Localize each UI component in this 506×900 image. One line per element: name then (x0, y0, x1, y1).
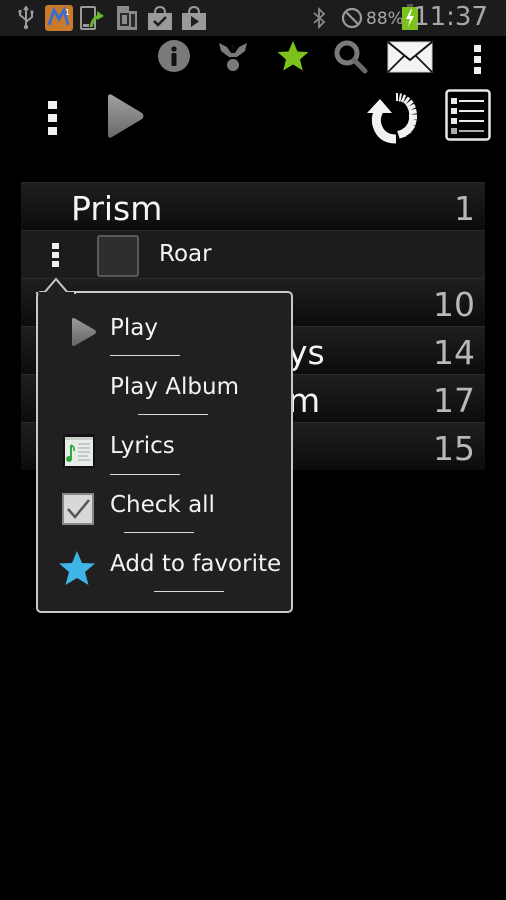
album-track-count: 14 (433, 333, 475, 372)
play-all-button[interactable] (100, 93, 148, 144)
play-icon (102, 93, 146, 144)
status-bar: 1 88% 11:37 (0, 0, 506, 36)
underline-divider (124, 532, 194, 533)
market-app-icon: 1 (45, 5, 73, 31)
album-track-count: 1 (454, 189, 475, 228)
shopping-bag-check-icon (146, 5, 174, 30)
bluetooth-icon (310, 6, 328, 30)
menu-item-play[interactable]: Play (38, 305, 291, 364)
phone-update-icon (79, 6, 105, 30)
song-options-button[interactable] (52, 243, 59, 267)
usb-icon (16, 6, 36, 30)
menu-item-add-to-favorite[interactable]: Add to favorite (38, 541, 291, 600)
clock: 11:37 (413, 2, 488, 32)
search-button[interactable] (332, 40, 370, 78)
song-row[interactable]: Roar (21, 230, 485, 278)
checkbox-checked-icon (62, 492, 94, 526)
mail-button[interactable] (386, 40, 434, 78)
popup-pointer-arrow (36, 277, 76, 294)
refresh-icon (363, 85, 427, 154)
mail-icon (387, 40, 433, 78)
overflow-menu-icon (473, 44, 481, 74)
album-title-fragment: ys (288, 333, 325, 372)
list-view-icon (445, 88, 491, 146)
search-icon (333, 39, 369, 80)
battery-percent: 88% (366, 9, 404, 29)
list-options-button[interactable] (40, 96, 64, 140)
overflow-menu-icon (47, 101, 57, 135)
album-track-count: 10 (433, 285, 475, 324)
share-icon (217, 39, 249, 78)
menu-item-label: Play Album (110, 374, 239, 400)
overflow-menu-button[interactable] (466, 42, 488, 76)
do-not-disturb-icon (340, 6, 364, 30)
star-icon (58, 549, 96, 587)
underline-divider (138, 414, 208, 415)
song-title: Roar (159, 241, 212, 267)
album-track-count: 17 (433, 381, 475, 420)
favorite-star-icon (276, 39, 310, 78)
menu-item-lyrics[interactable]: Lyrics (38, 423, 291, 482)
menu-item-check-all[interactable]: Check all (38, 482, 291, 541)
underline-divider (110, 355, 180, 356)
info-button[interactable] (156, 39, 192, 78)
menu-item-label: Check all (110, 492, 215, 518)
play-icon (64, 313, 102, 351)
play-store-icon (180, 5, 208, 30)
refresh-button[interactable] (362, 86, 428, 152)
album-track-count: 15 (433, 429, 475, 468)
share-button[interactable] (215, 40, 251, 76)
menu-item-label: Play (110, 315, 158, 341)
svg-text:1: 1 (65, 8, 70, 17)
song-checkbox[interactable] (97, 235, 139, 277)
underline-divider (154, 591, 224, 592)
list-view-button[interactable] (444, 88, 492, 146)
menu-item-label: Lyrics (110, 433, 175, 459)
menu-item-play-album[interactable]: Play Album (38, 364, 291, 423)
song-context-menu: Play Play Album Lyrics Check all Add to … (36, 291, 293, 613)
info-icon (157, 39, 191, 78)
album-title: Prism (71, 189, 163, 228)
menu-item-label: Add to favorite (110, 551, 282, 577)
sd-card-icon (114, 6, 140, 30)
favorites-button[interactable] (274, 40, 312, 76)
lyrics-icon (62, 433, 96, 469)
underline-divider (110, 474, 180, 475)
album-header-row[interactable]: Prism 1 (21, 182, 485, 230)
